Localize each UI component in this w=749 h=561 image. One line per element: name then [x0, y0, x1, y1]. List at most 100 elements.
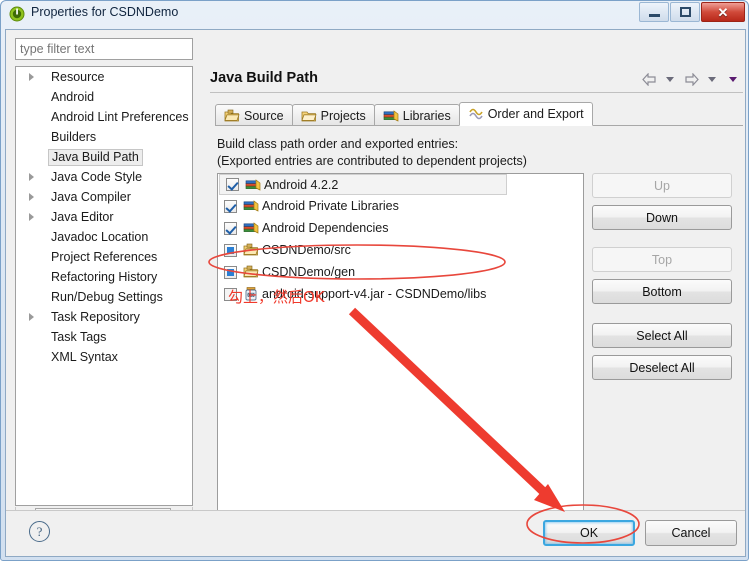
deselect-all-button[interactable]: Deselect All: [592, 355, 732, 380]
sidebar-item-java-build-path[interactable]: Java Build Path: [16, 147, 192, 167]
sidebar-item-label: Android Lint Preferences: [51, 110, 189, 124]
bottom-button[interactable]: Bottom: [592, 279, 732, 304]
close-icon: ✕: [717, 4, 729, 20]
entry-label: Android Dependencies: [262, 221, 389, 235]
sidebar-item-label: Java Build Path: [48, 148, 143, 166]
entry-label: Android Private Libraries: [262, 199, 399, 213]
page-title: Java Build Path: [210, 70, 318, 86]
expand-chevron-right-icon[interactable]: [29, 313, 34, 321]
entry-checkbox[interactable]: [226, 178, 239, 191]
libraries-books-icon: [245, 177, 261, 193]
sidebar-item-xml-syntax[interactable]: XML Syntax: [16, 347, 192, 367]
select-all-button[interactable]: Select All: [592, 323, 732, 348]
title-separator: [210, 92, 743, 93]
source-folder-icon: [243, 264, 259, 280]
ok-button[interactable]: OK: [543, 520, 635, 546]
window-title: Properties for CSDNDemo: [31, 5, 179, 19]
list-item[interactable]: Android 4.2.2: [219, 174, 507, 195]
sidebar-item-java-compiler[interactable]: Java Compiler: [16, 187, 192, 207]
entry-label: CSDNDemo/gen: [262, 265, 356, 279]
tab-label: Order and Export: [487, 107, 584, 121]
dialog-client-area: Resource Android Android Lint Preferences B…: [5, 29, 746, 557]
sidebar-item-label: Java Editor: [51, 210, 114, 224]
projects-folder-icon: [301, 108, 317, 124]
entry-label: Android 4.2.2: [264, 177, 339, 192]
sidebar-item-label: Javadoc Location: [51, 230, 149, 244]
annotation-text: 勾上，然后OK: [228, 288, 325, 306]
expand-chevron-right-icon[interactable]: [29, 73, 34, 81]
list-item[interactable]: Android Private Libraries: [218, 195, 583, 217]
list-item[interactable]: Android Dependencies: [218, 217, 583, 239]
source-folder-icon: [243, 242, 259, 258]
sidebar-item-android[interactable]: Android: [16, 87, 192, 107]
sidebar-item-java-editor[interactable]: Java Editor: [16, 207, 192, 227]
minimize-icon: [648, 13, 660, 17]
libraries-books-icon: [243, 198, 259, 214]
tab-order-and-export[interactable]: Order and Export: [458, 102, 593, 126]
properties-dialog-window: Properties for CSDNDemo ✕ Resource Androi…: [0, 0, 749, 561]
sidebar-item-javadoc-location[interactable]: Javadoc Location: [16, 227, 192, 247]
forward-dropdown-chevron-down-icon[interactable]: [703, 71, 721, 87]
sidebar-item-label: Android: [51, 90, 95, 104]
libraries-books-icon: [243, 220, 259, 236]
list-item[interactable]: CSDNDemo/src: [218, 239, 583, 261]
expand-chevron-right-icon[interactable]: [29, 193, 34, 201]
sidebar-item-label: Resource: [51, 70, 105, 84]
close-button[interactable]: ✕: [701, 2, 745, 22]
sidebar-item-label: Java Code Style: [51, 170, 143, 184]
down-button[interactable]: Down: [592, 205, 732, 230]
sidebar-item-java-code-style[interactable]: Java Code Style: [16, 167, 192, 187]
sidebar-item-builders[interactable]: Builders: [16, 127, 192, 147]
sidebar-item-android-lint-preferences[interactable]: Android Lint Preferences: [16, 107, 192, 127]
sidebar-item-label: XML Syntax: [51, 350, 118, 364]
sidebar-item-label: Project References: [51, 250, 158, 264]
minimize-button[interactable]: [639, 2, 669, 22]
eclipse-properties-icon: [9, 6, 25, 22]
sidebar-item-project-references[interactable]: Project References: [16, 247, 192, 267]
back-arrow-icon[interactable]: [640, 71, 658, 87]
entry-label: CSDNDemo/src: [262, 243, 351, 257]
up-button[interactable]: Up: [592, 173, 732, 198]
maximize-button[interactable]: [670, 2, 700, 22]
entry-checkbox[interactable]: [224, 199, 237, 213]
back-dropdown-chevron-down-icon[interactable]: [661, 71, 679, 87]
source-folder-icon: [224, 108, 240, 124]
order-and-export-list[interactable]: Android 4.2.2 Android Private Libraries An…: [217, 173, 584, 536]
tab-label: Projects: [320, 108, 366, 123]
libraries-books-icon: [383, 108, 399, 124]
menu-chevron-down-icon[interactable]: [724, 71, 742, 87]
sidebar-item-label: Task Repository: [51, 310, 140, 324]
sidebar-item-run-debug-settings[interactable]: Run/Debug Settings: [16, 287, 192, 307]
dialog-footer: ? OK Cancel: [6, 510, 745, 556]
sidebar-item-resource[interactable]: Resource: [16, 67, 192, 87]
entry-checkbox[interactable]: [224, 221, 237, 235]
tab-label: Source: [244, 108, 284, 123]
filter-input[interactable]: [15, 38, 193, 60]
sidebar-item-task-tags[interactable]: Task Tags: [16, 327, 192, 347]
title-bar[interactable]: Properties for CSDNDemo ✕: [1, 1, 748, 28]
preferences-tree[interactable]: Resource Android Android Lint Preferences B…: [15, 66, 193, 506]
cancel-button[interactable]: Cancel: [645, 520, 737, 546]
sidebar-item-label: Refactoring History: [51, 270, 158, 284]
list-item[interactable]: CSDNDemo/gen: [218, 261, 583, 283]
restore-icon: [679, 7, 691, 17]
navigation-arrows: [640, 71, 742, 87]
sidebar-item-label: Java Compiler: [51, 190, 131, 204]
expand-chevron-right-icon[interactable]: [29, 213, 34, 221]
description-line-2: (Exported entries are contributed to dep…: [217, 154, 527, 168]
sidebar-item-refactoring-history[interactable]: Refactoring History: [16, 267, 192, 287]
build-path-tabs: Source Projects Libraries Order and Export: [215, 102, 593, 126]
entry-checkbox[interactable]: [224, 265, 237, 279]
forward-arrow-icon[interactable]: [682, 71, 700, 87]
tab-source[interactable]: Source: [215, 104, 293, 126]
expand-chevron-right-icon[interactable]: [29, 173, 34, 181]
tab-label: Libraries: [402, 108, 451, 123]
sidebar-item-label: Builders: [51, 130, 97, 144]
entry-checkbox[interactable]: [224, 243, 237, 257]
sidebar-item-label: Run/Debug Settings: [51, 290, 163, 304]
tab-libraries[interactable]: Libraries: [373, 104, 460, 126]
tab-projects[interactable]: Projects: [291, 104, 375, 126]
help-icon[interactable]: ?: [29, 521, 50, 542]
sidebar-item-task-repository[interactable]: Task Repository: [16, 307, 192, 327]
top-button[interactable]: Top: [592, 247, 732, 272]
